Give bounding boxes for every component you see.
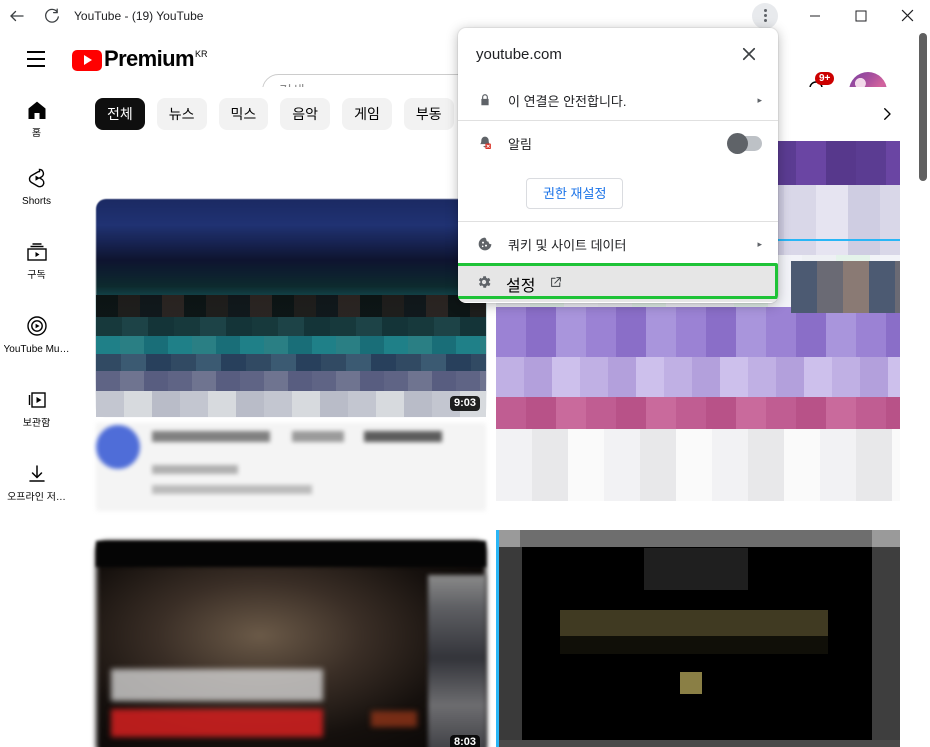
popup-header: youtube.com xyxy=(458,28,778,80)
sidebar-item-label: 홈 xyxy=(31,127,42,139)
close-icon[interactable] xyxy=(736,41,762,67)
gear-icon xyxy=(476,274,492,295)
sidebar-item-label: 구독 xyxy=(27,269,46,281)
sidebar-item-label: 오프라인 저… xyxy=(7,491,66,503)
more-options-icon[interactable] xyxy=(752,2,778,29)
youtube-premium-logo[interactable]: Premium KR xyxy=(72,45,208,71)
cookies-and-site-data-label: 쿼키 및 사이트 데이터 xyxy=(508,237,627,253)
reload-icon[interactable] xyxy=(34,0,68,31)
sidebar: 홈 Shorts 구독 YouTube Mu… 보관함 오프라인 저… xyxy=(0,87,73,747)
notifications-toggle[interactable] xyxy=(727,132,762,154)
bell-blocked-icon xyxy=(476,135,494,151)
site-settings-row[interactable]: 설정 xyxy=(458,263,778,302)
window-controls xyxy=(752,0,930,31)
page-scrollbar[interactable] xyxy=(915,31,930,747)
chevron-right-icon: ▸ xyxy=(757,94,762,105)
video-duration: 8:03 xyxy=(449,735,480,747)
sidebar-item-home[interactable]: 홈 xyxy=(0,87,73,149)
notifications-permission-label: 알림 xyxy=(508,136,532,152)
close-button[interactable] xyxy=(884,0,930,31)
maximize-button[interactable] xyxy=(838,0,884,31)
reset-permissions-row: 권한 재설정 xyxy=(458,165,778,221)
youtube-play-icon xyxy=(72,49,102,71)
chip-mixes[interactable]: 믹스 xyxy=(218,98,269,130)
window-title: YouTube - (19) YouTube xyxy=(74,8,204,23)
video-card[interactable]: 8:03 xyxy=(96,541,486,747)
window-title-bar: YouTube - (19) YouTube xyxy=(0,0,930,31)
subscriptions-icon xyxy=(25,240,49,264)
site-information-popup: youtube.com 이 연결은 안전합니다. ▸ 알림 권한 재설정 쿼키 … xyxy=(458,28,778,303)
minimize-button[interactable] xyxy=(792,0,838,31)
connection-security-label: 이 연결은 안전합니다. xyxy=(508,93,627,109)
back-arrow-icon[interactable] xyxy=(0,0,34,31)
youtube-music-icon xyxy=(25,314,49,338)
site-settings-label: 설정 xyxy=(506,278,536,295)
chevron-right-icon[interactable] xyxy=(872,99,902,129)
download-icon xyxy=(25,462,49,486)
popup-origin-label: youtube.com xyxy=(476,45,562,63)
chip-gaming[interactable]: 게임 xyxy=(342,98,392,130)
cookies-and-site-data-row[interactable]: 쿼키 및 사이트 데이터 ▸ xyxy=(458,222,778,266)
notifications-badge: 9+ xyxy=(815,72,835,85)
lock-icon xyxy=(476,93,494,107)
notifications-permission-row[interactable]: 알림 xyxy=(458,121,778,165)
sidebar-item-library[interactable]: 보관함 xyxy=(0,371,73,445)
logo-word: Premium xyxy=(104,45,195,71)
chip-news[interactable]: 뉴스 xyxy=(156,98,207,130)
video-card[interactable]: 9:03 xyxy=(96,199,486,417)
video-duration: 9:03 xyxy=(449,396,480,411)
cookie-icon xyxy=(476,236,494,252)
sidebar-item-subscriptions[interactable]: 구독 xyxy=(0,223,73,297)
scrollbar-thumb[interactable] xyxy=(919,33,927,181)
chip-all[interactable]: 전체 xyxy=(95,98,145,130)
sidebar-item-downloads[interactable]: 오프라인 저… xyxy=(0,445,73,519)
sidebar-item-label: YouTube Mu… xyxy=(3,343,70,355)
reset-permissions-button[interactable]: 권한 재설정 xyxy=(526,177,624,209)
sidebar-item-youtube-music[interactable]: YouTube Mu… xyxy=(0,297,73,371)
logo-country-superscript: KR xyxy=(194,48,208,59)
video-card[interactable] xyxy=(496,530,900,747)
open-in-new-icon xyxy=(549,275,563,294)
chip-realestate[interactable]: 부동 xyxy=(403,98,454,130)
connection-security-row[interactable]: 이 연결은 안전합니다. ▸ xyxy=(458,80,778,120)
sidebar-item-label: 보관함 xyxy=(22,417,51,429)
chip-music[interactable]: 음악 xyxy=(280,98,331,130)
video-meta xyxy=(96,423,486,511)
hamburger-menu-icon[interactable] xyxy=(16,39,56,79)
sidebar-item-shorts[interactable]: Shorts xyxy=(0,149,73,223)
library-icon xyxy=(25,388,49,412)
home-icon xyxy=(25,98,49,122)
sidebar-item-label: Shorts xyxy=(22,195,51,207)
chevron-right-icon: ▸ xyxy=(757,238,762,249)
shorts-icon xyxy=(25,166,49,190)
